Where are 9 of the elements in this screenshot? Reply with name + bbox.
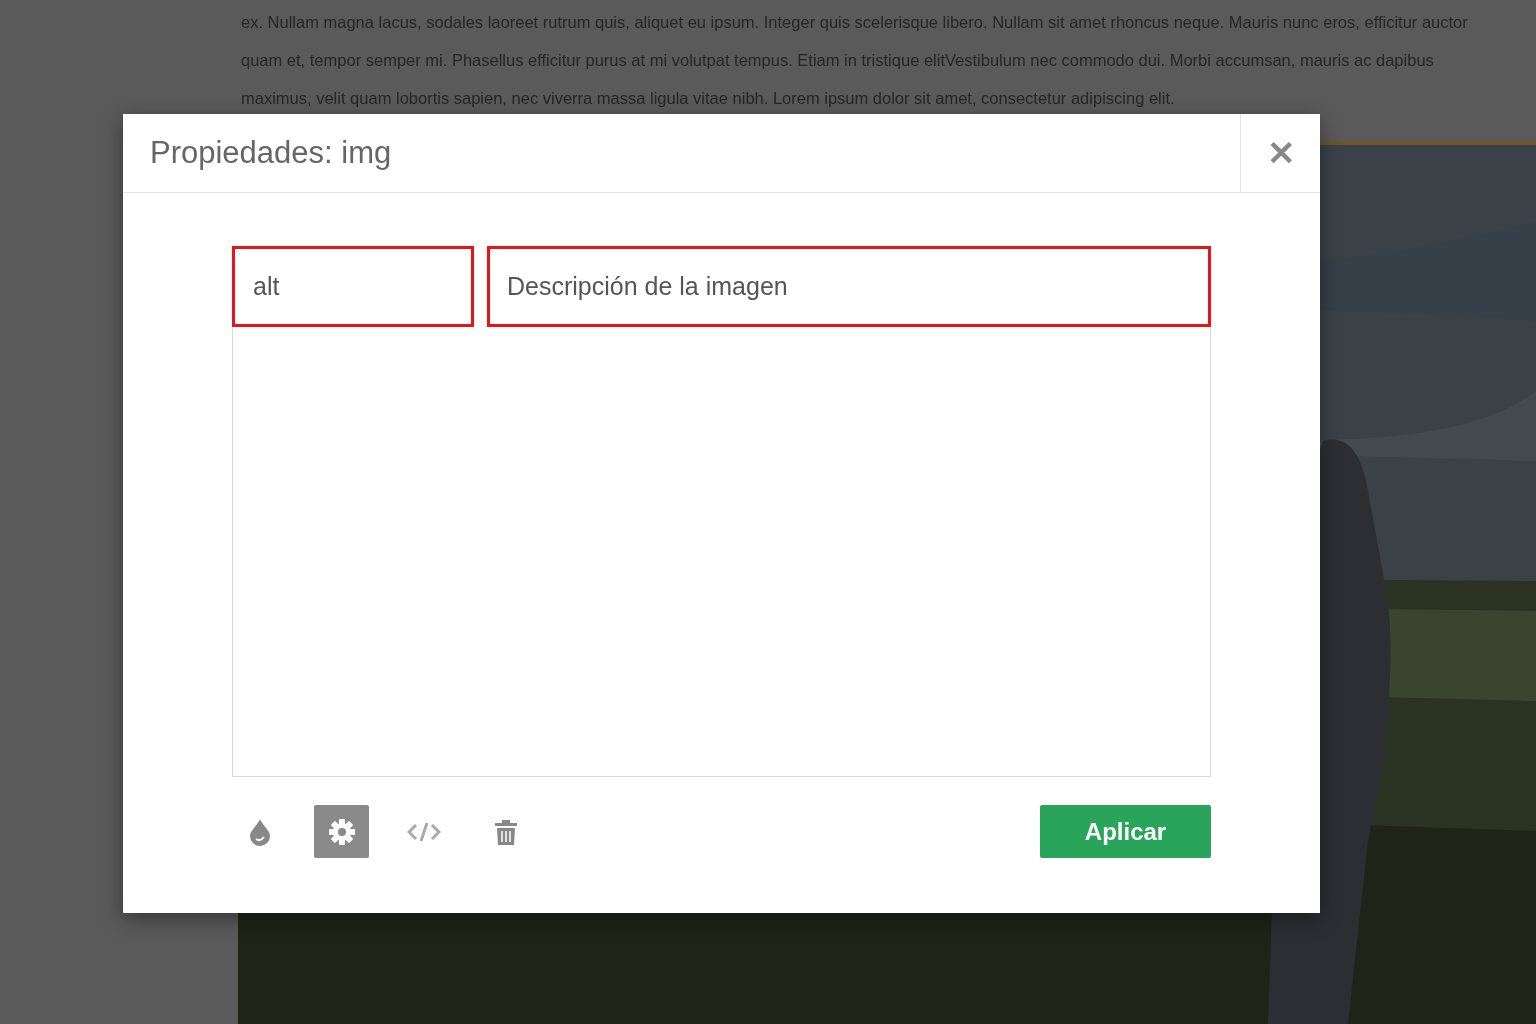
dialog-title: Propiedades: img xyxy=(150,133,392,172)
settings-icon xyxy=(327,817,356,846)
attribute-value-field[interactable]: Descripción de la imagen xyxy=(487,246,1211,327)
trash-icon xyxy=(493,817,518,846)
settings-tool-button[interactable] xyxy=(314,805,369,858)
close-button[interactable]: ✕ xyxy=(1240,114,1320,192)
drop-icon xyxy=(247,817,272,846)
attribute-name-field[interactable]: alt xyxy=(232,246,474,327)
code-icon xyxy=(406,820,441,843)
